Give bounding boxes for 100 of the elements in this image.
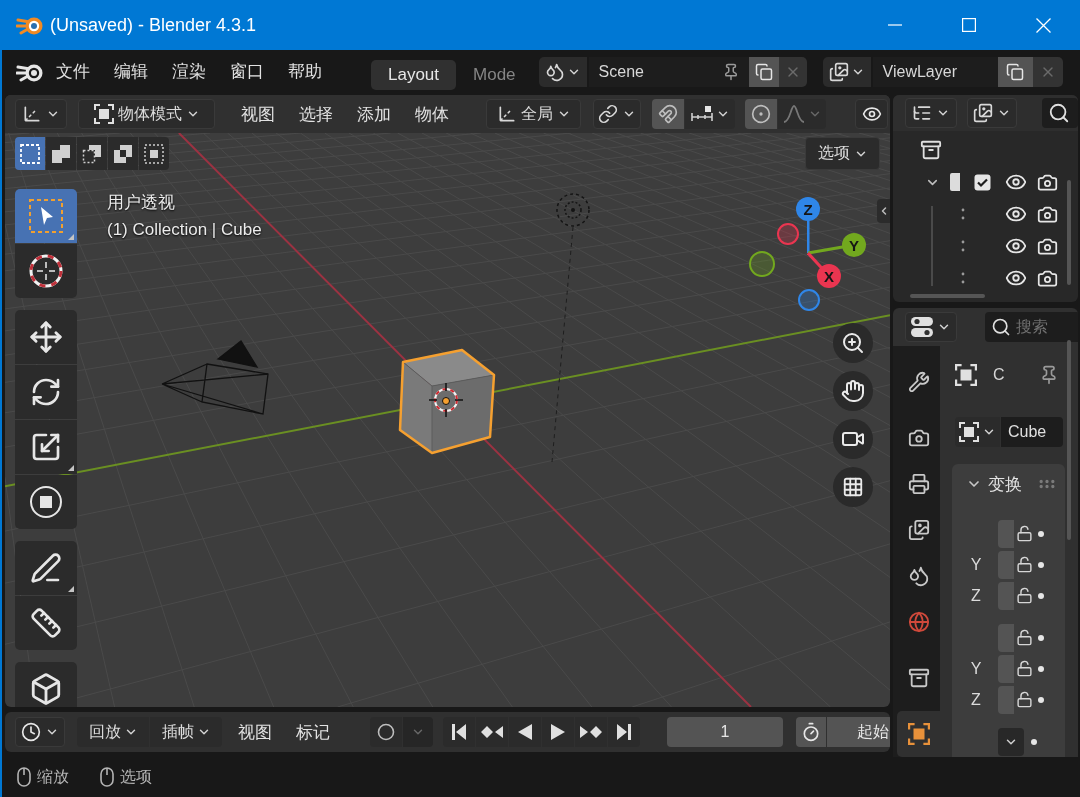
axis-handle[interactable]: Z [796,197,820,221]
play-button[interactable] [542,717,574,747]
tool-button[interactable] [15,310,77,364]
editor-type-dropdown[interactable] [905,312,957,342]
rotation-mode-dropdown[interactable] [998,727,1024,756]
tool-button[interactable] [15,596,77,650]
negative-axis-handle[interactable] [777,223,799,245]
scale-icon [30,431,62,463]
lock-open-icon[interactable] [1016,556,1033,573]
view-layer-name-field[interactable]: ViewLayer [872,56,998,87]
lock-open-icon[interactable] [1016,660,1033,677]
keyframe-dot-icon[interactable] [1038,530,1044,537]
pan-button[interactable] [833,371,873,411]
keyframe-dot-icon[interactable] [1038,634,1044,641]
workspace-tab[interactable]: Mode [456,60,533,90]
previous-keyframe-button[interactable] [476,717,508,747]
frame-field[interactable]: 1 [667,717,783,747]
zoom-button[interactable] [833,323,873,363]
display-mode-dropdown[interactable] [905,98,957,128]
select-mode-button[interactable] [46,137,76,170]
menu-item[interactable]: 物体 [403,99,461,129]
tool-button[interactable] [15,662,77,707]
lock-open-icon[interactable] [1016,525,1033,542]
scrollbar[interactable] [910,294,985,298]
stopwatch-button[interactable] [796,717,826,747]
sidebar-toggle[interactable] [877,199,890,223]
filter-dropdown[interactable] [967,98,1017,128]
snap-target-dropdown[interactable] [685,99,735,129]
options-dropdown[interactable]: 选项 [805,137,880,170]
keyframe-dot-icon[interactable] [1038,696,1044,703]
tool-button[interactable] [15,365,77,419]
select-mode-button[interactable] [15,137,45,170]
editor-type-dropdown[interactable] [15,717,65,747]
search-field[interactable]: 搜索 [985,312,1078,342]
keyframe-dot-icon[interactable] [1031,738,1037,745]
panel-title[interactable]: 变换 [988,472,1022,496]
hand-icon [841,379,865,403]
jump-start-button[interactable] [443,717,475,747]
menu-item[interactable]: 窗口 [218,56,276,87]
mouse-icon [100,767,114,787]
properties-tab[interactable] [897,711,940,757]
menu-item[interactable]: 帮助 [276,56,334,87]
select-mode-button[interactable] [77,137,107,170]
menu-item[interactable]: 标记 [284,717,342,747]
snap-toggle[interactable] [652,99,684,129]
menu-item[interactable]: 编辑 [102,56,160,87]
object-name-field[interactable]: Cube [1001,417,1063,447]
pin-button[interactable] [713,56,749,87]
copy-button[interactable] [997,56,1033,87]
tool-button[interactable] [15,420,77,474]
orientation-dropdown[interactable]: 全局 [486,99,581,129]
editor-type-dropdown[interactable] [15,99,67,129]
object-dropdown[interactable] [955,417,1000,447]
axis-handle[interactable]: X [817,264,841,288]
copy-button[interactable] [748,56,779,87]
lock-open-icon[interactable] [1016,691,1033,708]
negative-axis-handle[interactable] [798,289,820,311]
negative-axis-handle[interactable] [749,251,775,277]
tool-button[interactable] [15,475,77,529]
tool-button[interactable] [15,244,77,298]
origin-dot-icon [442,397,450,405]
checkbox[interactable] [974,173,991,191]
view-layer-dropdown[interactable] [822,56,871,87]
menu-dropdown[interactable]: 插帧 [150,717,222,747]
camera-view-button[interactable] [833,419,873,459]
menu-item[interactable]: 添加 [345,99,403,129]
start-frame-field[interactable]: 起始 [827,717,890,747]
jump-end-button[interactable] [608,717,640,747]
mode-dropdown[interactable]: 物体模式 [78,99,215,129]
copy-icon [1006,62,1025,81]
lock-open-icon[interactable] [1016,587,1033,604]
ruler-icon [30,607,62,639]
projection-button[interactable] [833,467,873,507]
menu-item[interactable]: 视图 [229,99,287,129]
keyframe-dot-icon[interactable] [1038,665,1044,672]
scrollbar[interactable] [1067,180,1071,285]
select-mode-button[interactable] [108,137,138,170]
pivot-dropdown[interactable] [593,99,641,129]
falloff-dropdown[interactable] [778,99,826,129]
scene-dropdown[interactable] [538,56,587,87]
visibility-dropdown[interactable] [855,99,888,129]
next-keyframe-button[interactable] [575,717,607,747]
select-mode-button[interactable] [139,137,169,170]
scene-name-field[interactable]: Scene [588,56,714,87]
proportional-edit-toggle[interactable] [745,99,777,129]
auto-key-button[interactable] [370,717,402,747]
axis-handle[interactable]: Y [842,233,866,257]
menu-item[interactable]: 文件 [44,56,102,87]
scrollbar[interactable] [1067,340,1071,540]
menu-item[interactable]: 选择 [287,99,345,129]
menu-item[interactable]: 视图 [226,717,284,747]
keyframe-dot-icon[interactable] [1038,592,1044,599]
play-reverse-button[interactable] [509,717,541,747]
keyframe-dot-icon[interactable] [1038,561,1044,568]
lock-open-icon[interactable] [1016,629,1033,646]
tool-button[interactable] [15,541,77,595]
search-button[interactable] [1042,98,1078,128]
menu-dropdown[interactable]: 回放 [77,717,149,747]
menu-item[interactable]: 渲染 [160,56,218,87]
workspace-tab[interactable]: Layout [371,60,457,90]
